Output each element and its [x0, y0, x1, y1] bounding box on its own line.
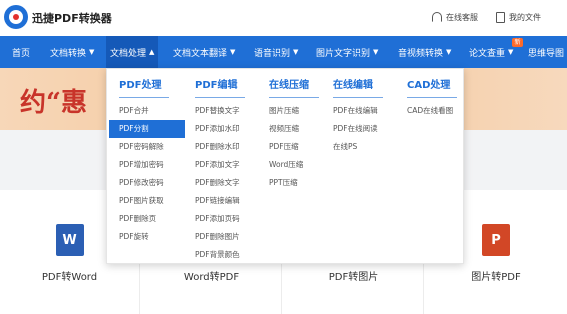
col-title: PDF处理	[119, 80, 162, 91]
col-underline	[195, 97, 245, 98]
chevron-down-icon: ▼	[89, 48, 95, 56]
dropdown-col-cad: CAD处理 CAD在线看图	[407, 79, 473, 120]
chevron-down-icon: ▼	[373, 48, 379, 56]
chevron-down-icon: ▼	[230, 48, 236, 56]
chevron-down-icon: ▼	[508, 48, 514, 56]
col-title: 在线压缩	[269, 80, 309, 91]
doc-process-dropdown: PDF处理 PDF合并 PDF分割 PDF密码解除 PDF增加密码 PDF修改密…	[106, 68, 464, 264]
chevron-down-icon: ▼	[446, 48, 452, 56]
nav-doc-convert[interactable]: 文档转换 ▼	[50, 36, 94, 68]
card-label: Word转PDF	[183, 272, 240, 283]
chevron-up-icon: ▲	[149, 48, 155, 56]
card-label: PDF转图片	[328, 272, 379, 283]
menu-item-online-ps[interactable]: 在线PS	[323, 138, 399, 156]
nav-mindmap-label: 思维导图	[528, 48, 565, 59]
col-title: 在线编辑	[333, 80, 373, 91]
menu-item-pdf-add-text[interactable]: PDF添加文字	[185, 156, 261, 174]
word-icon: W	[55, 224, 84, 256]
menu-item-pdf-add-password[interactable]: PDF增加密码	[109, 156, 185, 174]
app-logo-icon[interactable]	[4, 5, 28, 29]
menu-item-word-compress[interactable]: Word压缩	[259, 156, 335, 174]
nav-home-label: 首页	[12, 48, 31, 59]
menu-item-pdf-split[interactable]: PDF分割	[109, 120, 185, 138]
main-nav: 首页 文档转换 ▼ 文档处理 ▲ 文档文本翻译 ▼ 语音识别 ▼ 图片文字识别 …	[0, 36, 567, 68]
brand-name[interactable]: 迅捷PDF转换器	[32, 10, 112, 26]
nav-plagiarism-label: 论文查重	[469, 48, 506, 59]
menu-item-pdf-background-color[interactable]: PDF背景颜色	[185, 246, 261, 264]
nav-av-convert[interactable]: 音视频转换 ▼	[398, 36, 451, 68]
menu-item-pdf-remove-watermark[interactable]: PDF删除水印	[185, 138, 261, 156]
banner-text: 约“惠	[20, 88, 87, 118]
dropdown-col-online-edit: 在线编辑 PDF在线编辑 PDF在线阅读 在线PS	[333, 79, 399, 156]
chevron-down-icon: ▼	[293, 48, 299, 56]
menu-item-cad-viewer[interactable]: CAD在线看图	[397, 102, 473, 120]
file-icon	[496, 11, 505, 23]
my-files-label: 我的文件	[509, 12, 541, 22]
col-underline	[119, 97, 169, 98]
nav-ocr-label: 图片文字识别	[316, 48, 371, 59]
menu-item-pdf-unlock[interactable]: PDF密码解除	[109, 138, 185, 156]
menu-item-pdf-delete-text[interactable]: PDF删除文字	[185, 174, 261, 192]
menu-item-pdf-rotate[interactable]: PDF旋转	[109, 228, 185, 246]
dropdown-col-pdf-edit: PDF编辑 PDF替换文字 PDF添加水印 PDF删除水印 PDF添加文字 PD…	[195, 79, 261, 264]
nav-av-convert-label: 音视频转换	[398, 48, 444, 59]
headset-icon	[432, 12, 442, 22]
col-underline	[407, 97, 457, 98]
online-support-link[interactable]: 在线客服	[432, 10, 478, 24]
pdf-icon: P	[482, 224, 510, 256]
nav-doc-translate[interactable]: 文档文本翻译 ▼	[173, 36, 235, 68]
nav-doc-translate-label: 文档文本翻译	[173, 48, 228, 59]
menu-item-pdf-add-watermark[interactable]: PDF添加水印	[185, 120, 261, 138]
card-label: PDF转Word	[41, 272, 98, 283]
col-underline	[269, 97, 319, 98]
menu-item-pdf-online-edit[interactable]: PDF在线编辑	[323, 102, 399, 120]
menu-item-pdf-replace-text[interactable]: PDF替换文字	[185, 102, 261, 120]
nav-doc-convert-label: 文档转换	[50, 48, 87, 59]
col-title: CAD处理	[407, 80, 451, 91]
menu-item-pdf-delete-pages[interactable]: PDF删除页	[109, 210, 185, 228]
online-support-label: 在线客服	[446, 12, 478, 22]
nav-home[interactable]: 首页	[12, 36, 30, 68]
dropdown-col-pdf-process: PDF处理 PDF合并 PDF分割 PDF密码解除 PDF增加密码 PDF修改密…	[109, 79, 185, 246]
nav-ocr[interactable]: 图片文字识别 ▼	[316, 36, 378, 68]
my-files-link[interactable]: 我的文件	[496, 10, 541, 24]
menu-item-pdf-extract-images[interactable]: PDF图片获取	[109, 192, 185, 210]
nav-mindmap[interactable]: 思维导图	[528, 36, 564, 68]
menu-item-pdf-online-read[interactable]: PDF在线阅读	[323, 120, 399, 138]
nav-doc-process[interactable]: 文档处理 ▲	[106, 36, 159, 68]
menu-item-ppt-compress[interactable]: PPT压缩	[259, 174, 335, 192]
nav-plagiarism[interactable]: 论文查重 ▼	[469, 36, 513, 68]
nav-doc-process-label: 文档处理	[110, 48, 147, 59]
col-underline	[333, 97, 383, 98]
nav-speech-recognition[interactable]: 语音识别 ▼	[254, 36, 298, 68]
page: 迅捷PDF转换器 在线客服 我的文件 首页 文档转换 ▼ 文档处理 ▲ 文档文本…	[0, 0, 567, 314]
menu-item-pdf-merge[interactable]: PDF合并	[109, 102, 185, 120]
col-title: PDF编辑	[195, 80, 238, 91]
menu-item-pdf-edit-links[interactable]: PDF链接编辑	[185, 192, 261, 210]
top-header: 迅捷PDF转换器 在线客服 我的文件	[0, 0, 567, 36]
menu-item-pdf-change-password[interactable]: PDF修改密码	[109, 174, 185, 192]
menu-item-pdf-add-page-numbers[interactable]: PDF添加页码	[185, 210, 261, 228]
card-label: 图片转PDF	[471, 272, 521, 283]
menu-item-pdf-delete-images[interactable]: PDF删除图片	[185, 228, 261, 246]
new-badge: 新	[512, 38, 523, 47]
nav-speech-label: 语音识别	[254, 48, 291, 59]
